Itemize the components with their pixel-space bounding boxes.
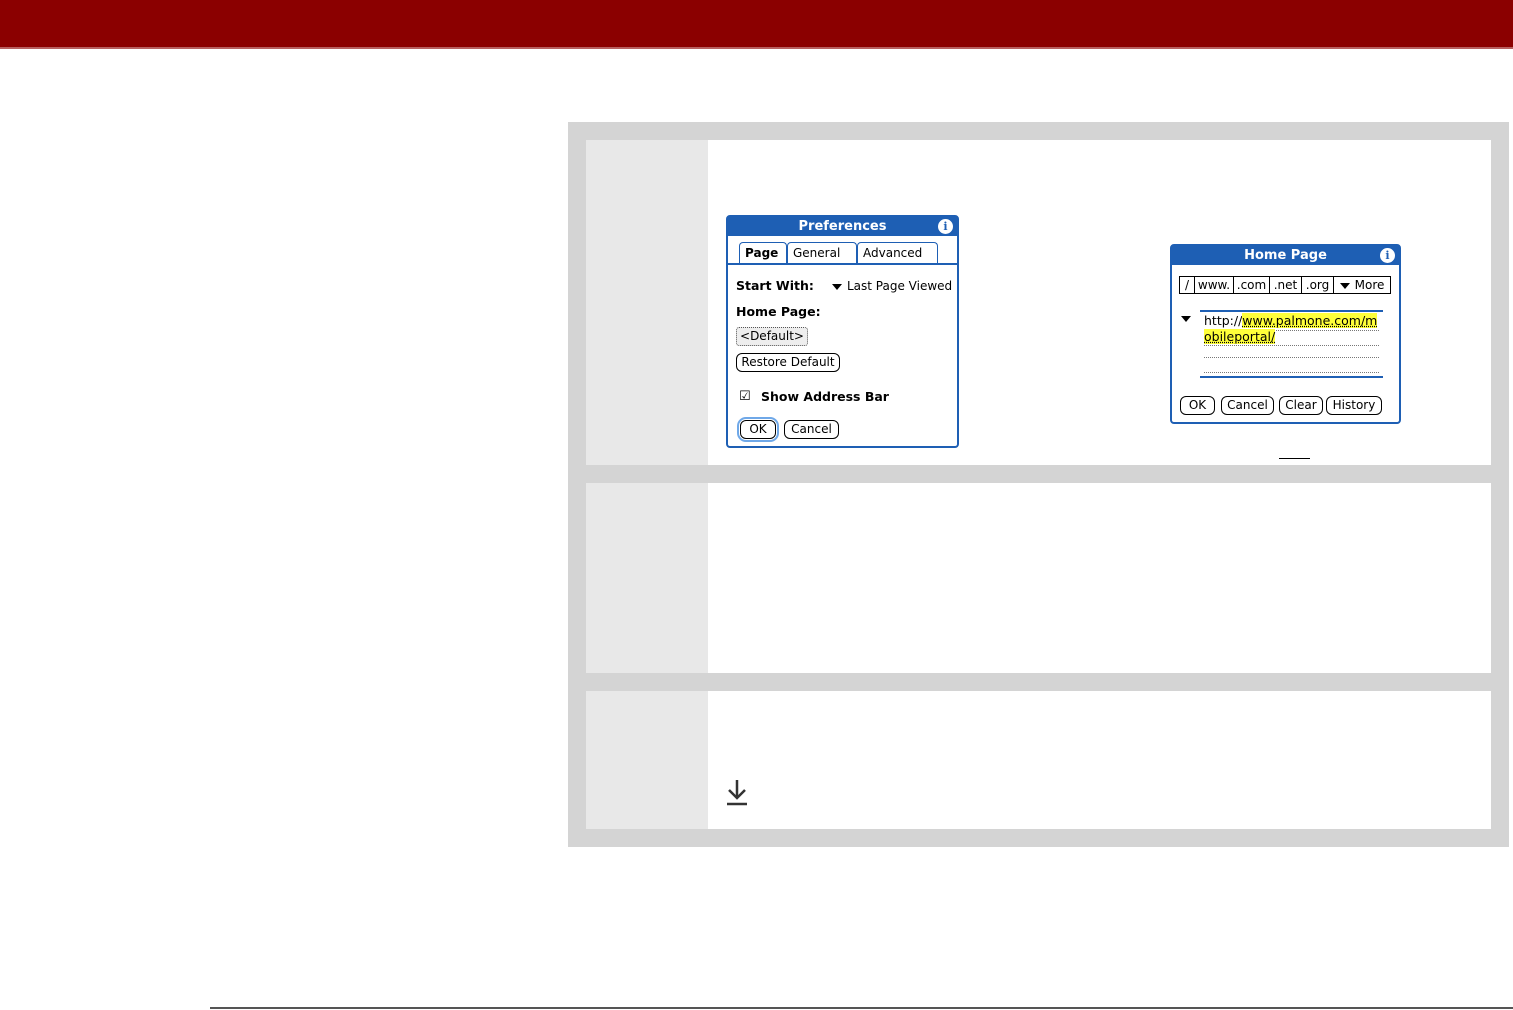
step-number-cell [586, 483, 708, 673]
restore-default-button[interactable]: Restore Default [736, 353, 840, 372]
dialog-title: Preferences [728, 217, 957, 236]
history-triangle-icon[interactable] [1181, 316, 1191, 322]
url-field-bottom-rule [1200, 376, 1383, 378]
shortcut-net-button[interactable]: .net [1269, 276, 1302, 294]
home-page-dialog: Home Page i / www. .com .net .org More h… [1170, 244, 1401, 424]
step-row-2 [586, 483, 1491, 673]
step-row-1: Preferences i Page General Advanced Star… [586, 140, 1491, 465]
tab-divider [728, 263, 957, 265]
show-address-bar-checkbox[interactable]: ☑ [739, 390, 752, 403]
shortcut-slash-button[interactable]: / [1179, 276, 1195, 294]
shortcut-www-button[interactable]: www. [1194, 276, 1234, 294]
url-line-1[interactable]: http://www.palmone.com/m [1204, 313, 1378, 329]
more-label: More [1354, 278, 1385, 292]
url-highlight-1: www.palmone.com/m [1242, 313, 1378, 328]
info-icon[interactable]: i [938, 219, 953, 234]
dialog-title: Home Page [1172, 246, 1399, 265]
header-bar [0, 0, 1513, 47]
chevron-down-icon [832, 283, 842, 290]
clear-button[interactable]: Clear [1279, 396, 1323, 415]
header-bar-edge [0, 47, 1513, 49]
download-arrow-icon [727, 780, 747, 806]
start-with-value: Last Page Viewed [847, 279, 953, 293]
home-page-label: Home Page: [736, 304, 821, 319]
cancel-button[interactable]: Cancel [1221, 396, 1274, 415]
home-page-field[interactable]: <Default> [736, 327, 808, 346]
show-address-bar-label: Show Address Bar [761, 389, 889, 404]
step-row-3 [586, 691, 1491, 829]
tab-advanced[interactable]: Advanced [857, 242, 938, 264]
history-button[interactable]: History [1326, 396, 1382, 415]
step-number-cell [586, 691, 708, 829]
info-icon[interactable]: i [1380, 248, 1395, 263]
start-with-picker[interactable]: Last Page Viewed [832, 279, 952, 293]
url-field-top-rule [1200, 310, 1383, 312]
url-line-divider [1204, 372, 1379, 373]
chevron-down-icon [1339, 282, 1350, 289]
tab-page[interactable]: Page [739, 242, 787, 264]
url-line-divider [1204, 345, 1379, 346]
step-body [708, 691, 1491, 829]
tab-general[interactable]: General [787, 242, 857, 264]
steps-panel: Preferences i Page General Advanced Star… [568, 122, 1509, 847]
callout-line [1279, 458, 1310, 459]
url-highlight-2: obileportal/ [1204, 329, 1276, 344]
step-number-cell [586, 140, 708, 465]
step-body [708, 483, 1491, 673]
shortcut-com-button[interactable]: .com [1233, 276, 1270, 294]
preferences-dialog: Preferences i Page General Advanced Star… [726, 215, 959, 448]
url-prefix: http:// [1204, 313, 1243, 328]
more-picker[interactable]: More [1333, 276, 1391, 294]
ok-button[interactable]: OK [737, 417, 779, 442]
start-with-label: Start With: [736, 278, 814, 293]
cancel-button[interactable]: Cancel [784, 420, 839, 439]
ok-button[interactable]: OK [1180, 396, 1215, 415]
url-line-divider [1204, 357, 1379, 358]
step-body: Preferences i Page General Advanced Star… [708, 140, 1491, 465]
shortcut-org-button[interactable]: .org [1301, 276, 1334, 294]
url-line-2[interactable]: obileportal/ [1204, 329, 1276, 345]
footer-rule [210, 1007, 1513, 1009]
